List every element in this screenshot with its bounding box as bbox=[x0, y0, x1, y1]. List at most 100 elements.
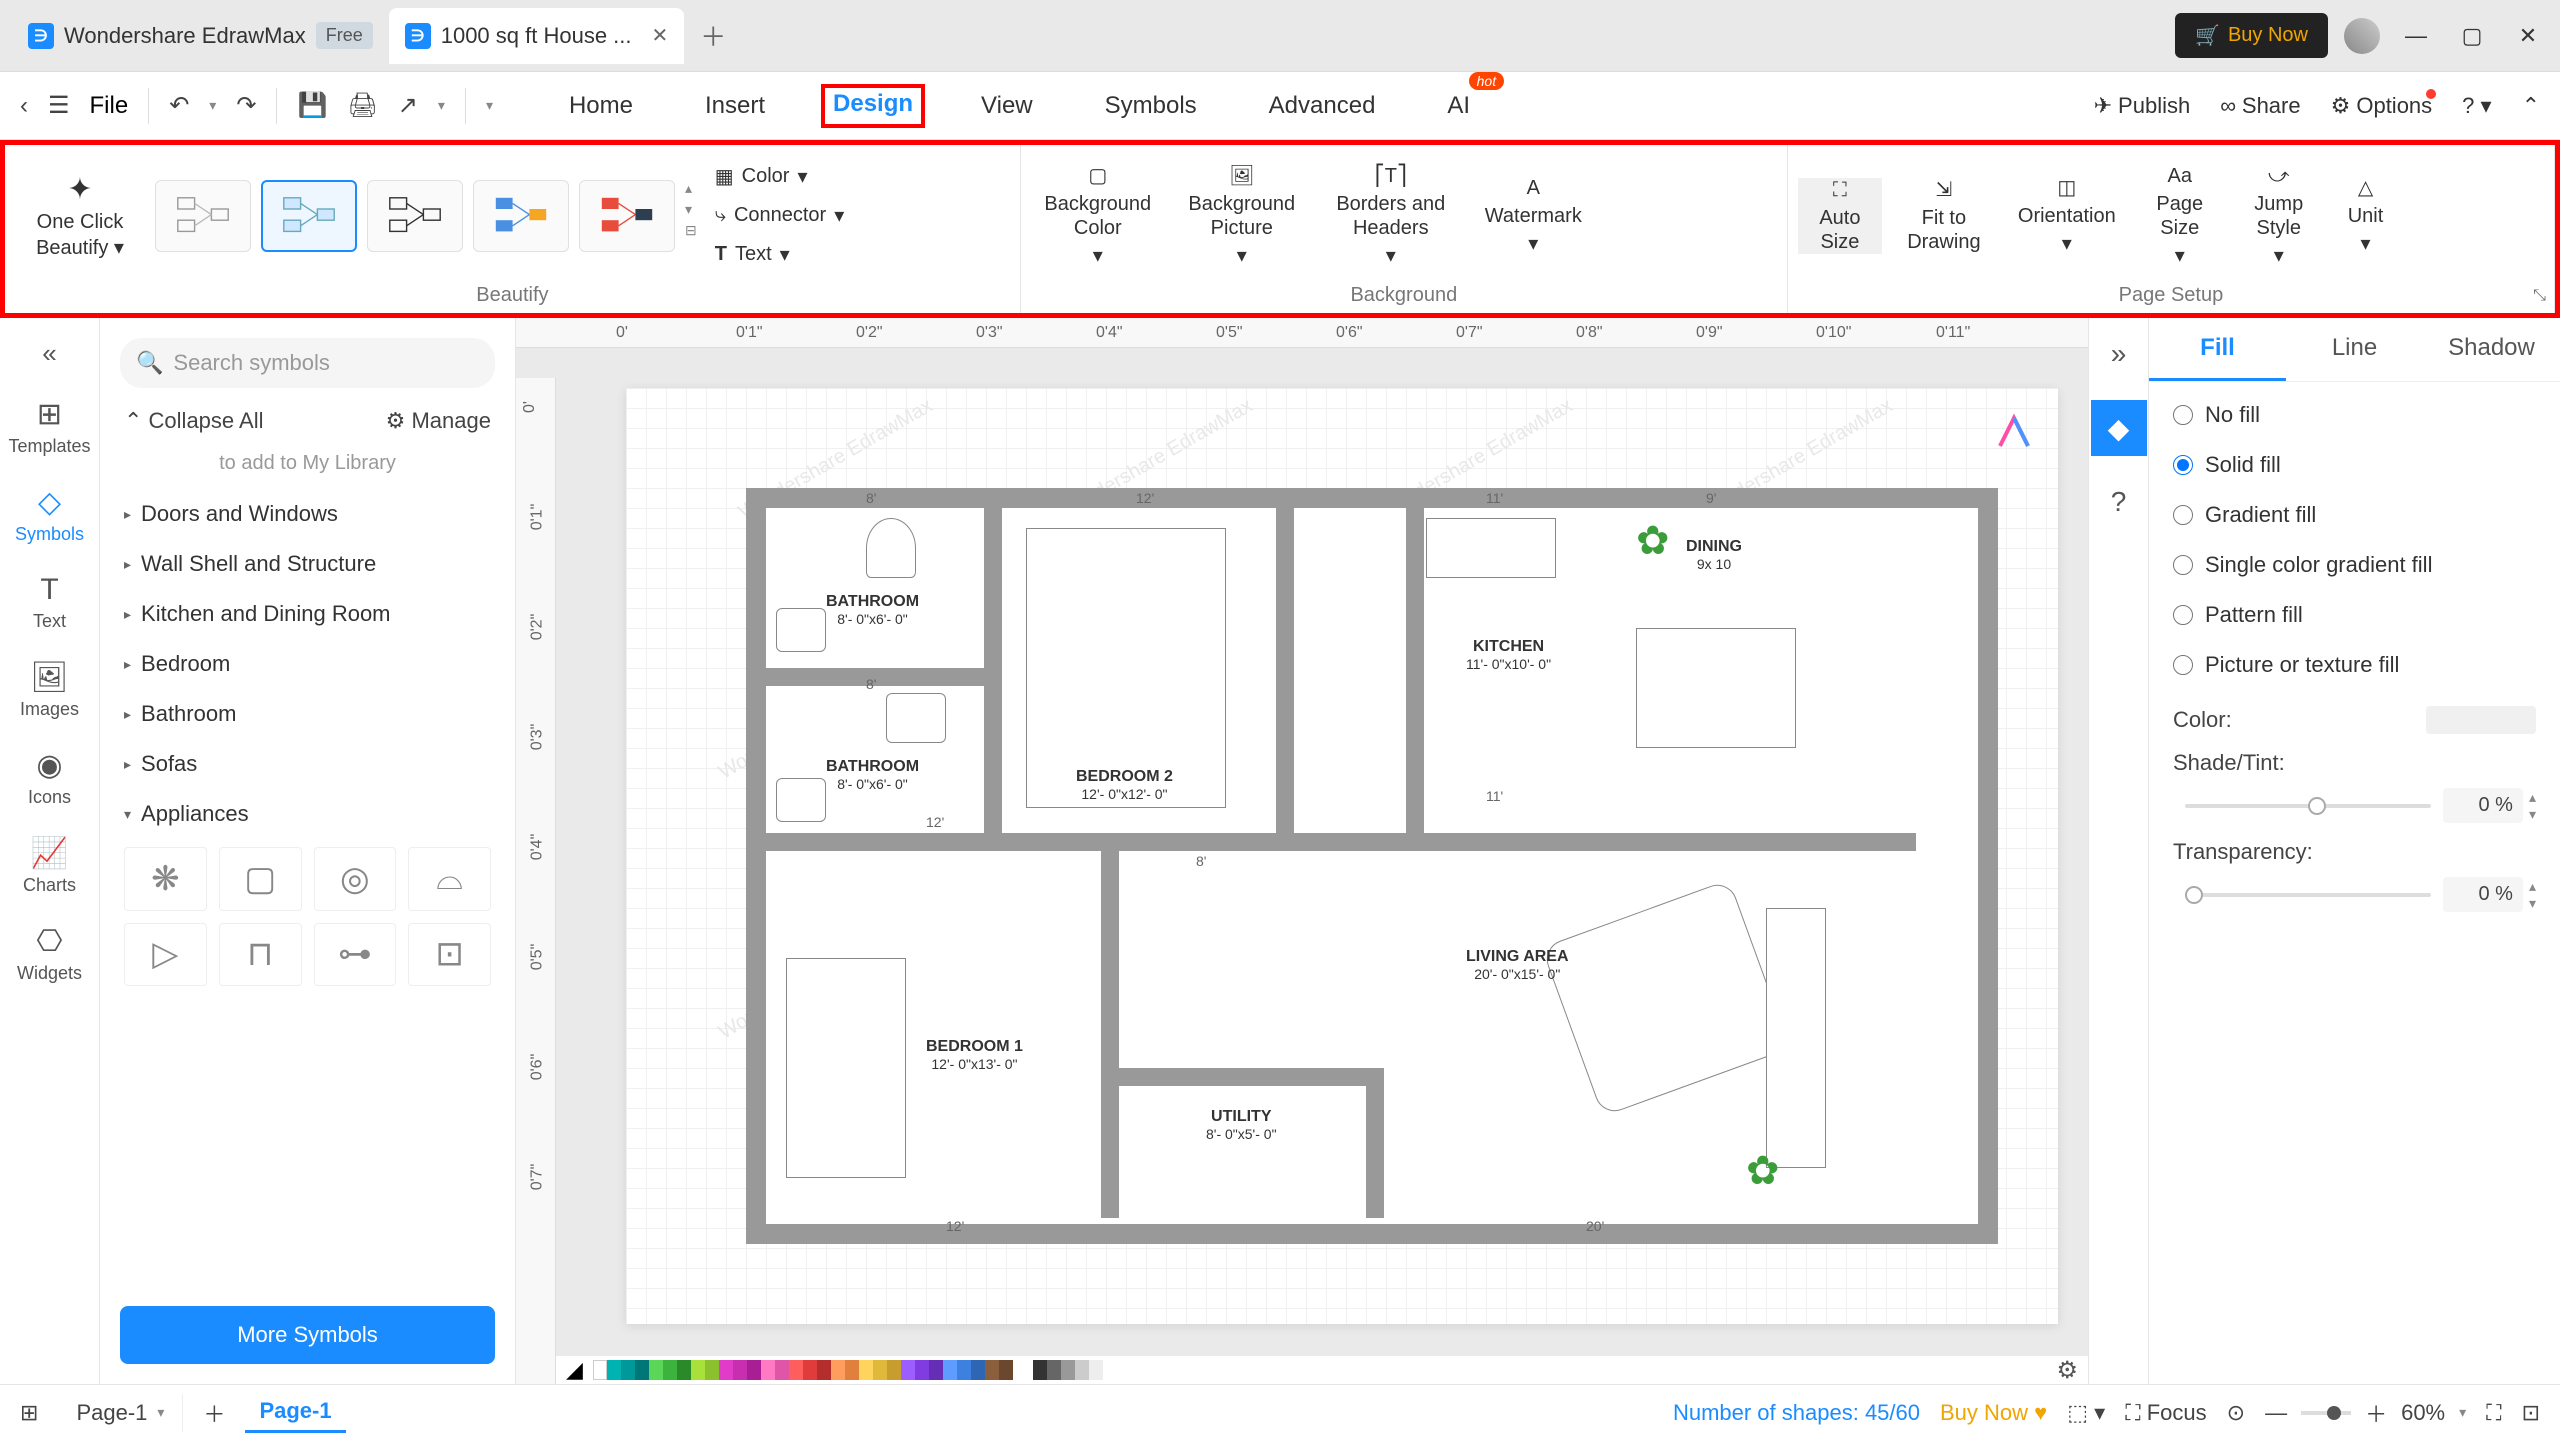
page-size-button[interactable]: AaPage Size▾ bbox=[2138, 164, 2222, 268]
symbol-appliance-5[interactable]: ▷ bbox=[124, 923, 207, 987]
wall[interactable] bbox=[1586, 833, 1604, 851]
color[interactable] bbox=[999, 1360, 1013, 1380]
fill-nofill[interactable]: No fill bbox=[2173, 402, 2536, 428]
color[interactable] bbox=[985, 1360, 999, 1380]
color[interactable] bbox=[943, 1360, 957, 1380]
sidebar-widgets[interactable]: ⎔Widgets bbox=[17, 924, 82, 984]
document-tab[interactable]: ∋ 1000 sq ft House ... ✕ bbox=[389, 8, 685, 64]
color[interactable] bbox=[915, 1360, 929, 1380]
color[interactable] bbox=[635, 1360, 649, 1380]
share-button[interactable]: ∞Share bbox=[2220, 93, 2300, 119]
connector-dropdown[interactable]: ⤷Connector ▾ bbox=[707, 199, 853, 232]
color[interactable] bbox=[677, 1360, 691, 1380]
orientation-button[interactable]: ◫Orientation▾ bbox=[2006, 176, 2128, 256]
layers-icon[interactable]: ⬚ ▾ bbox=[2067, 1400, 2105, 1426]
cat-doors[interactable]: ▸Doors and Windows bbox=[124, 489, 491, 539]
fill-gradient[interactable]: Gradient fill bbox=[2173, 502, 2536, 528]
page-tab-1[interactable]: Page-1 bbox=[245, 1392, 345, 1433]
file-menu[interactable]: File bbox=[90, 92, 129, 120]
zoom-in-icon[interactable]: ＋ bbox=[2365, 1397, 2387, 1429]
expand-right-icon[interactable]: » bbox=[2111, 338, 2127, 370]
color[interactable] bbox=[845, 1360, 859, 1380]
plant-1[interactable]: ✿ bbox=[1636, 518, 1670, 564]
color[interactable] bbox=[957, 1360, 971, 1380]
ai-logo-icon[interactable] bbox=[1990, 408, 2038, 456]
one-click-beautify-button[interactable]: ✦ One Click Beautify ▾ bbox=[15, 170, 145, 261]
symbol-appliance-6[interactable]: ⊓ bbox=[219, 923, 302, 987]
color-white[interactable] bbox=[593, 1360, 607, 1380]
fill-pattern[interactable]: Pattern fill bbox=[2173, 602, 2536, 628]
jump-style-button[interactable]: ⤻Jump Style▾ bbox=[2232, 164, 2326, 268]
symbol-appliance-8[interactable]: ⊡ bbox=[408, 923, 491, 987]
collapse-all-button[interactable]: ⌃ Collapse All bbox=[124, 408, 264, 434]
export-dropdown-icon[interactable]: ▾ bbox=[438, 97, 445, 114]
wall[interactable] bbox=[1406, 508, 1424, 848]
tab-line[interactable]: Line bbox=[2286, 318, 2423, 381]
close-window-icon[interactable]: ✕ bbox=[2508, 23, 2548, 49]
fit-to-drawing-button[interactable]: ⇲Fit to Drawing bbox=[1892, 178, 1996, 254]
sidebar-images[interactable]: 🖼Images bbox=[20, 660, 79, 720]
plant-2[interactable]: ✿ bbox=[1746, 1148, 1780, 1194]
tab-shadow[interactable]: Shadow bbox=[2423, 318, 2560, 381]
color-dark[interactable] bbox=[1033, 1360, 1047, 1380]
beautify-scroll-up-icon[interactable]: ▴ bbox=[685, 180, 697, 197]
cat-kitchen[interactable]: ▸Kitchen and Dining Room bbox=[124, 589, 491, 639]
add-page-button[interactable]: ＋ bbox=[203, 1397, 225, 1429]
undo-icon[interactable]: ↶ bbox=[169, 91, 189, 120]
export-icon[interactable]: ↗ bbox=[398, 91, 418, 120]
color-settings-icon[interactable]: ⚙ bbox=[2056, 1356, 2078, 1385]
fill-picture[interactable]: Picture or texture fill bbox=[2173, 652, 2536, 678]
color[interactable] bbox=[747, 1360, 761, 1380]
sidebar-text[interactable]: TText bbox=[33, 573, 66, 632]
symbol-appliance-1[interactable]: ❋ bbox=[124, 847, 207, 911]
sidebar-icons-item[interactable]: ◉Icons bbox=[28, 748, 71, 808]
close-tab-icon[interactable]: ✕ bbox=[652, 23, 669, 48]
publish-button[interactable]: ✈Publish bbox=[2094, 93, 2191, 119]
symbol-appliance-4[interactable]: ⌓ bbox=[408, 847, 491, 911]
pages-panel-icon[interactable]: ⊞ bbox=[20, 1400, 38, 1426]
zoom-out-icon[interactable]: — bbox=[2265, 1400, 2287, 1426]
sofa[interactable] bbox=[1541, 879, 1791, 1117]
cat-bedroom[interactable]: ▸Bedroom bbox=[124, 639, 491, 689]
page-dropdown[interactable]: Page-1 ▾ bbox=[58, 1394, 183, 1432]
toilet-1[interactable] bbox=[866, 518, 916, 578]
color[interactable] bbox=[649, 1360, 663, 1380]
color[interactable] bbox=[705, 1360, 719, 1380]
sidebar-templates[interactable]: ⊞Templates bbox=[8, 397, 90, 457]
beautify-style-3[interactable] bbox=[367, 180, 463, 252]
cabinet[interactable] bbox=[1766, 908, 1826, 1168]
fill-single-gradient[interactable]: Single color gradient fill bbox=[2173, 552, 2536, 578]
focus-button[interactable]: ⛶ Focus bbox=[2125, 1400, 2206, 1426]
stove[interactable] bbox=[1426, 518, 1556, 578]
tab-advanced[interactable]: Advanced bbox=[1253, 84, 1392, 128]
watermark-button[interactable]: AWatermark▾ bbox=[1473, 176, 1594, 256]
color[interactable] bbox=[803, 1360, 817, 1380]
shade-slider[interactable] bbox=[2185, 804, 2431, 808]
background-picture-button[interactable]: 🖼Background Picture▾ bbox=[1175, 164, 1309, 268]
beautify-style-2[interactable] bbox=[261, 180, 357, 252]
cat-appliances[interactable]: ▾Appliances bbox=[124, 789, 491, 839]
sidebar-charts[interactable]: 📈Charts bbox=[23, 836, 76, 896]
eyedropper-icon[interactable]: ◢ bbox=[566, 1357, 583, 1383]
back-icon[interactable]: ‹ bbox=[20, 92, 28, 120]
floorplan[interactable]: ✿ ✿ BATHROOM8'- 0"x6'- 0" BATHROOM8'- 0"… bbox=[746, 488, 1998, 1244]
tab-insert[interactable]: Insert bbox=[689, 84, 781, 128]
wall[interactable] bbox=[984, 508, 1002, 848]
color[interactable] bbox=[663, 1360, 677, 1380]
bed-2[interactable] bbox=[1026, 528, 1226, 808]
add-tab-icon[interactable]: ＋ bbox=[700, 17, 726, 54]
beautify-scroll-down-icon[interactable]: ▾ bbox=[685, 201, 697, 218]
buy-now-link[interactable]: Buy Now ♥ bbox=[1940, 1400, 2047, 1426]
collapse-ribbon-icon[interactable]: ⌃ bbox=[2522, 93, 2540, 119]
color[interactable] bbox=[691, 1360, 705, 1380]
color[interactable] bbox=[761, 1360, 775, 1380]
dining-table[interactable] bbox=[1636, 628, 1796, 748]
bed-1[interactable] bbox=[786, 958, 906, 1178]
auto-size-button[interactable]: ⛶Auto Size bbox=[1798, 178, 1882, 254]
minimize-icon[interactable]: — bbox=[2396, 23, 2436, 49]
symbol-search[interactable]: 🔍 Search symbols bbox=[120, 338, 495, 388]
transparency-slider[interactable] bbox=[2185, 893, 2431, 897]
cat-wall[interactable]: ▸Wall Shell and Structure bbox=[124, 539, 491, 589]
more-symbols-button[interactable]: More Symbols bbox=[120, 1306, 495, 1364]
color[interactable] bbox=[817, 1360, 831, 1380]
